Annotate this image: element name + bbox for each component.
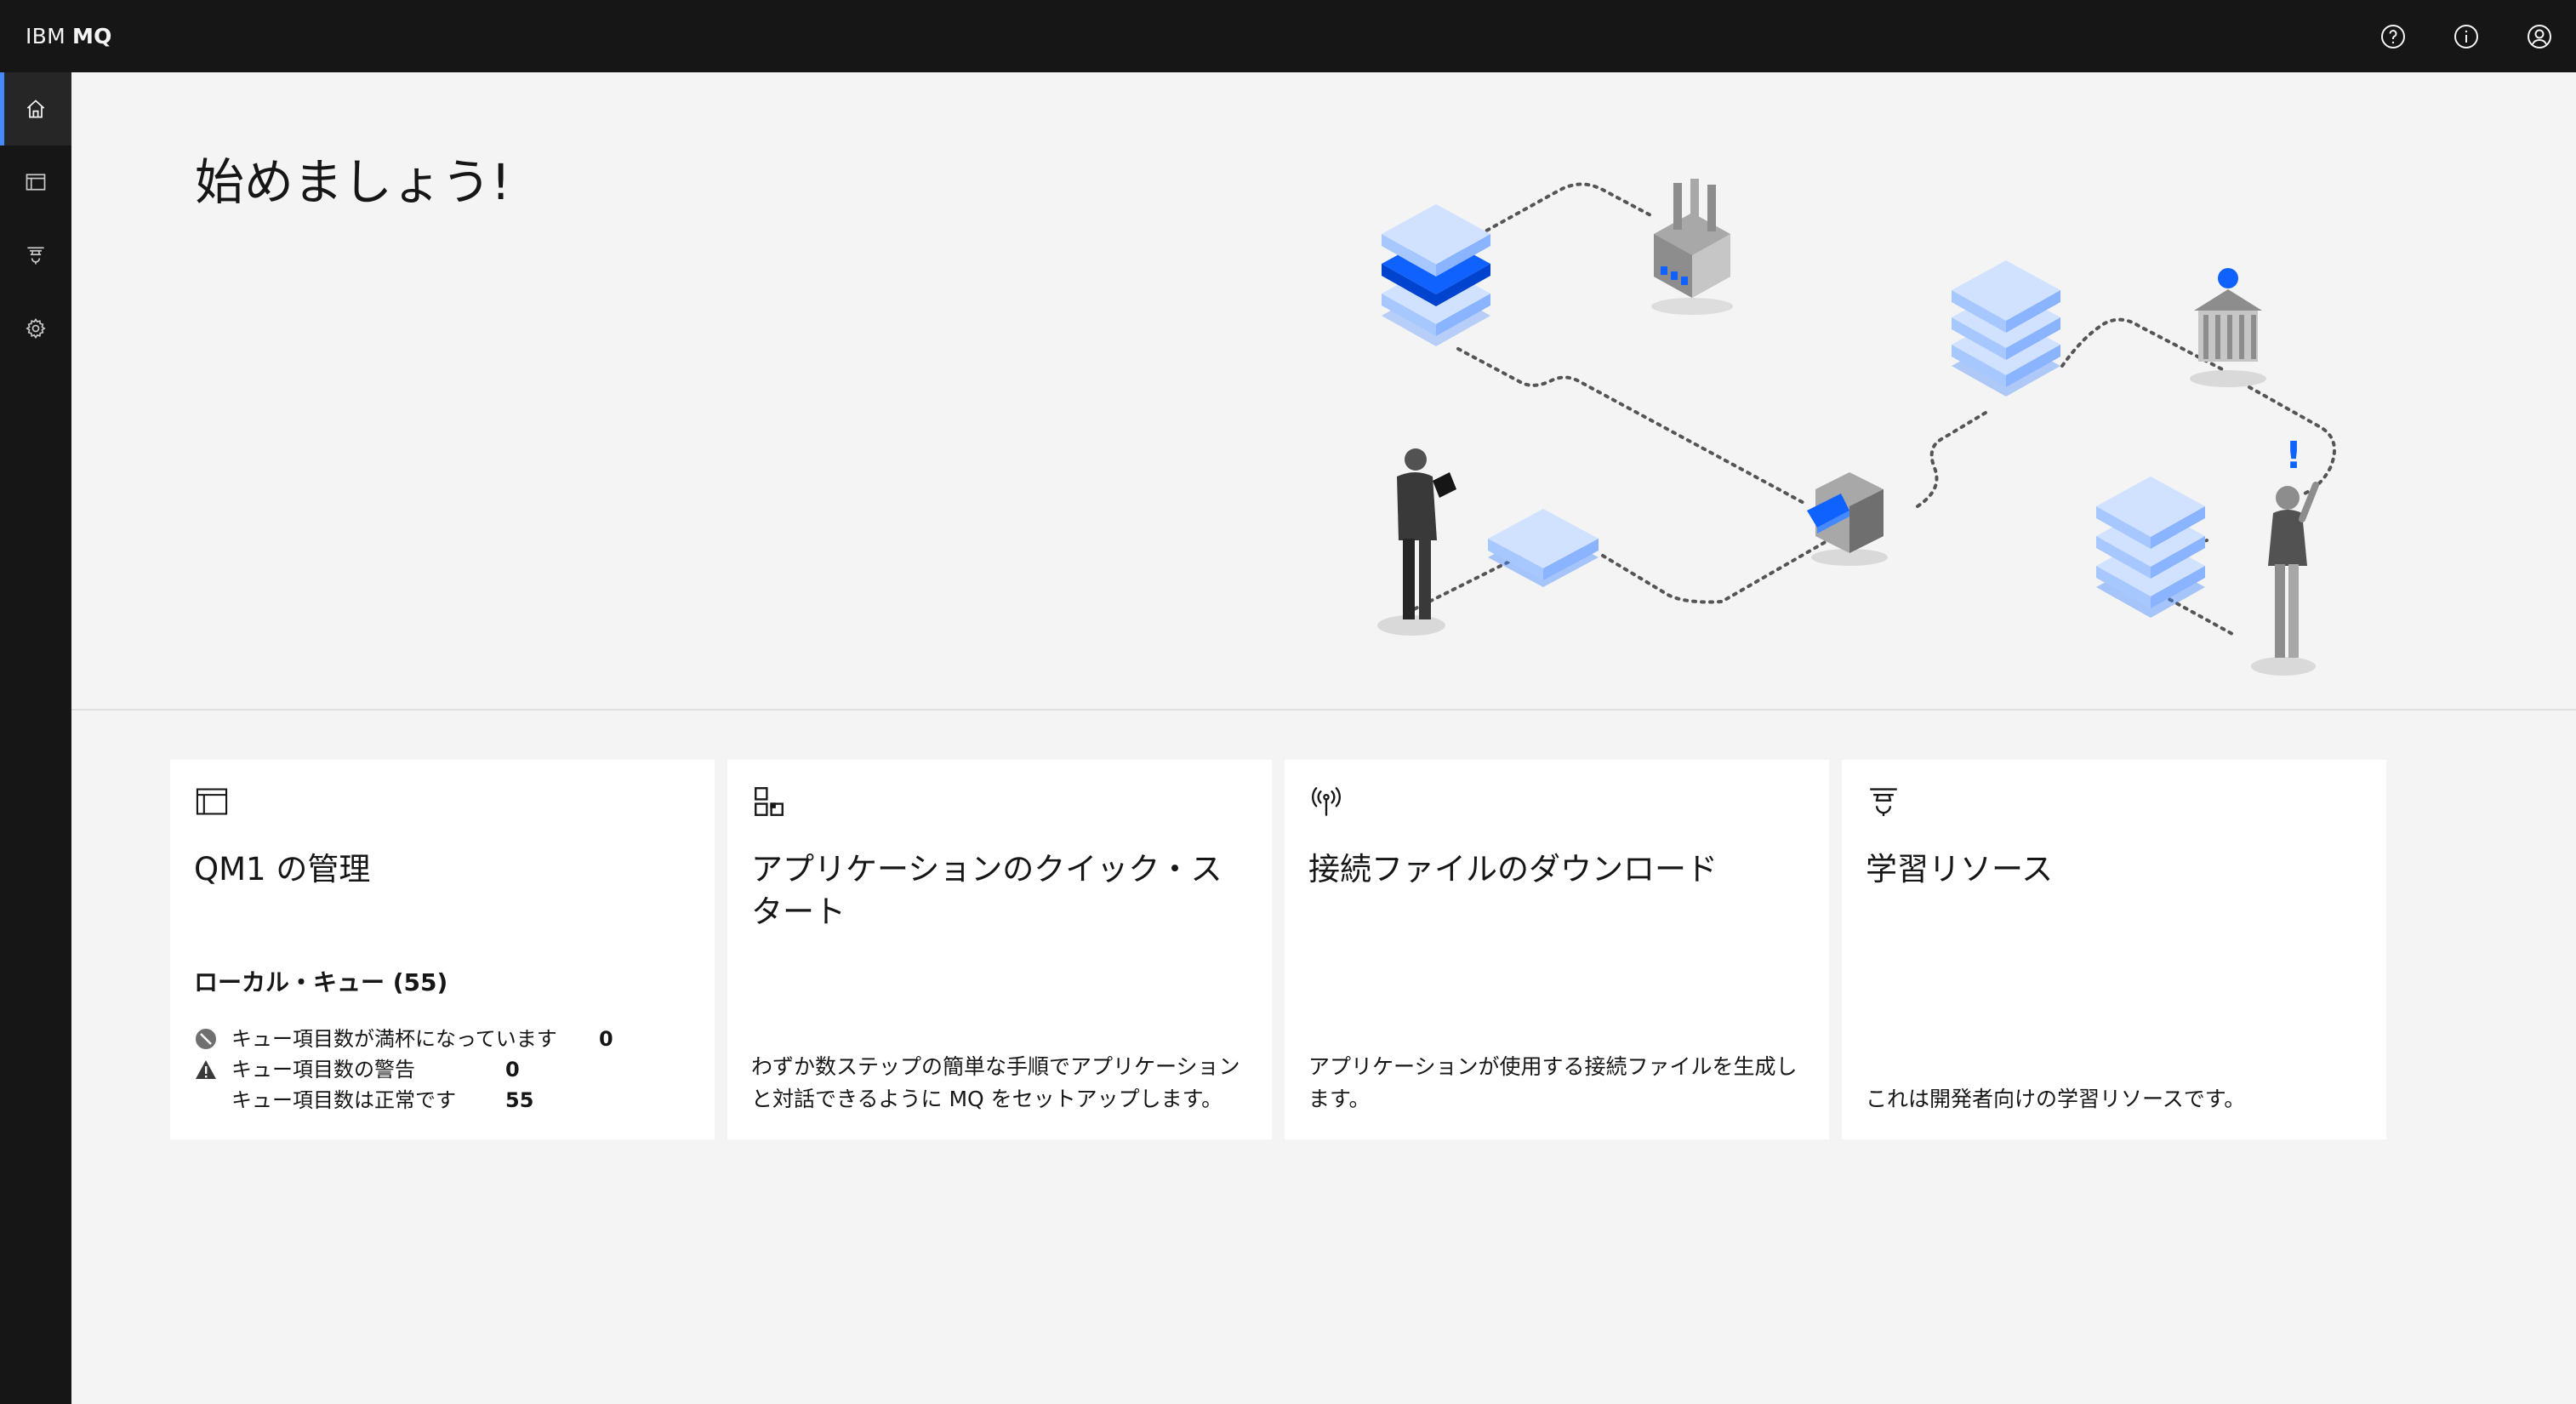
queue-normal-label: キュー項目数は正常です — [231, 1088, 456, 1112]
queue-normal-row[interactable]: キュー項目数は正常です 55 — [194, 1085, 613, 1116]
blocked-icon — [194, 1027, 218, 1051]
svg-text:!: ! — [2285, 434, 2302, 477]
bank-building — [2190, 268, 2266, 387]
nav-learning[interactable] — [0, 219, 71, 292]
messaging-flow-illustration: ! — [1377, 179, 2336, 676]
tile-title: 接続ファイルのダウンロード — [1308, 851, 1718, 887]
info-icon — [2454, 24, 2478, 49]
learning-icon — [1870, 788, 1897, 817]
factory-building — [1651, 179, 1733, 315]
local-queue-heading[interactable]: ローカル・キュー (55) — [194, 964, 447, 998]
info-button[interactable] — [2430, 0, 2503, 72]
tile-description: アプリケーションが使用する接続ファイルを生成します。 — [1308, 1054, 1798, 1111]
settings-icon — [26, 317, 46, 340]
queue-stack-3 — [2096, 477, 2205, 618]
help-icon — [2381, 24, 2405, 49]
side-rail — [0, 72, 71, 1404]
warning-icon — [194, 1058, 218, 1082]
header-actions — [2357, 0, 2576, 72]
queue-stack-1 — [1382, 204, 1490, 346]
learning-icon — [27, 247, 44, 265]
user-avatar-icon — [2528, 24, 2551, 49]
brand-ibm: IBM — [26, 24, 66, 49]
top-header: IBM MQ — [0, 0, 2576, 72]
store-building — [1807, 472, 1888, 566]
nav-manage[interactable] — [0, 146, 71, 219]
application-window-icon — [26, 174, 46, 191]
hero-banner: 始めましょう! ! — [71, 72, 2576, 711]
tile-title: 学習リソース — [1866, 851, 2054, 887]
tile-description: これは開発者向けの学習リソースです。 — [1866, 1087, 2246, 1111]
queue-warning-label: キュー項目数の警告 — [231, 1058, 415, 1082]
application-window-icon — [196, 788, 228, 815]
user-profile-button[interactable] — [2503, 0, 2576, 72]
queue-warning-row[interactable]: キュー項目数の警告 0 — [194, 1054, 613, 1085]
queue-full-label: キュー項目数が満杯になっています — [231, 1027, 557, 1051]
download-connection-file-tile[interactable]: 接続ファイルのダウンロード アプリケーションが使用する接続ファイルを生成します。 — [1285, 760, 1829, 1139]
help-button[interactable] — [2357, 0, 2430, 72]
queue-full-row[interactable]: キュー項目数が満杯になっています 0 — [194, 1024, 613, 1054]
apps-icon — [755, 787, 784, 816]
stat-icon-spacer — [194, 1088, 218, 1112]
person-with-alert: ! — [2251, 434, 2319, 676]
radio-tower-icon — [1312, 787, 1341, 816]
queue-depth-stats: キュー項目数が満杯になっています 0 キュー項目数の警告 0 キュー項目数は正常… — [194, 1024, 613, 1116]
nav-home[interactable] — [0, 72, 71, 146]
learning-resources-tile[interactable]: 学習リソース これは開発者向けの学習リソースです。 — [1842, 760, 2386, 1139]
nav-settings[interactable] — [0, 292, 71, 365]
page-title: 始めましょう! — [195, 153, 511, 211]
tile-description: わずか数ステップの簡単な手順でアプリケーションと対話できるように MQ をセット… — [751, 1054, 1240, 1111]
queue-stack-2 — [1952, 260, 2060, 397]
tile-title: QM1 の管理 — [194, 851, 371, 887]
brand-mq: MQ — [72, 24, 112, 49]
home-icon — [26, 100, 45, 118]
queue-normal-count: 55 — [505, 1088, 534, 1112]
queue-layer — [1488, 509, 1599, 587]
tile-title: アプリケーションのクイック・スタート — [751, 851, 1222, 930]
manage-qm1-tile[interactable]: QM1 の管理 ローカル・キュー (55) キュー項目数が満杯になっています 0… — [170, 760, 715, 1139]
product-name[interactable]: IBM MQ — [26, 0, 112, 72]
queue-warning-count: 0 — [505, 1058, 520, 1082]
queue-full-count: 0 — [599, 1027, 613, 1051]
quick-start-tile[interactable]: アプリケーションのクイック・スタート わずか数ステップの簡単な手順でアプリケーシ… — [727, 760, 1272, 1139]
